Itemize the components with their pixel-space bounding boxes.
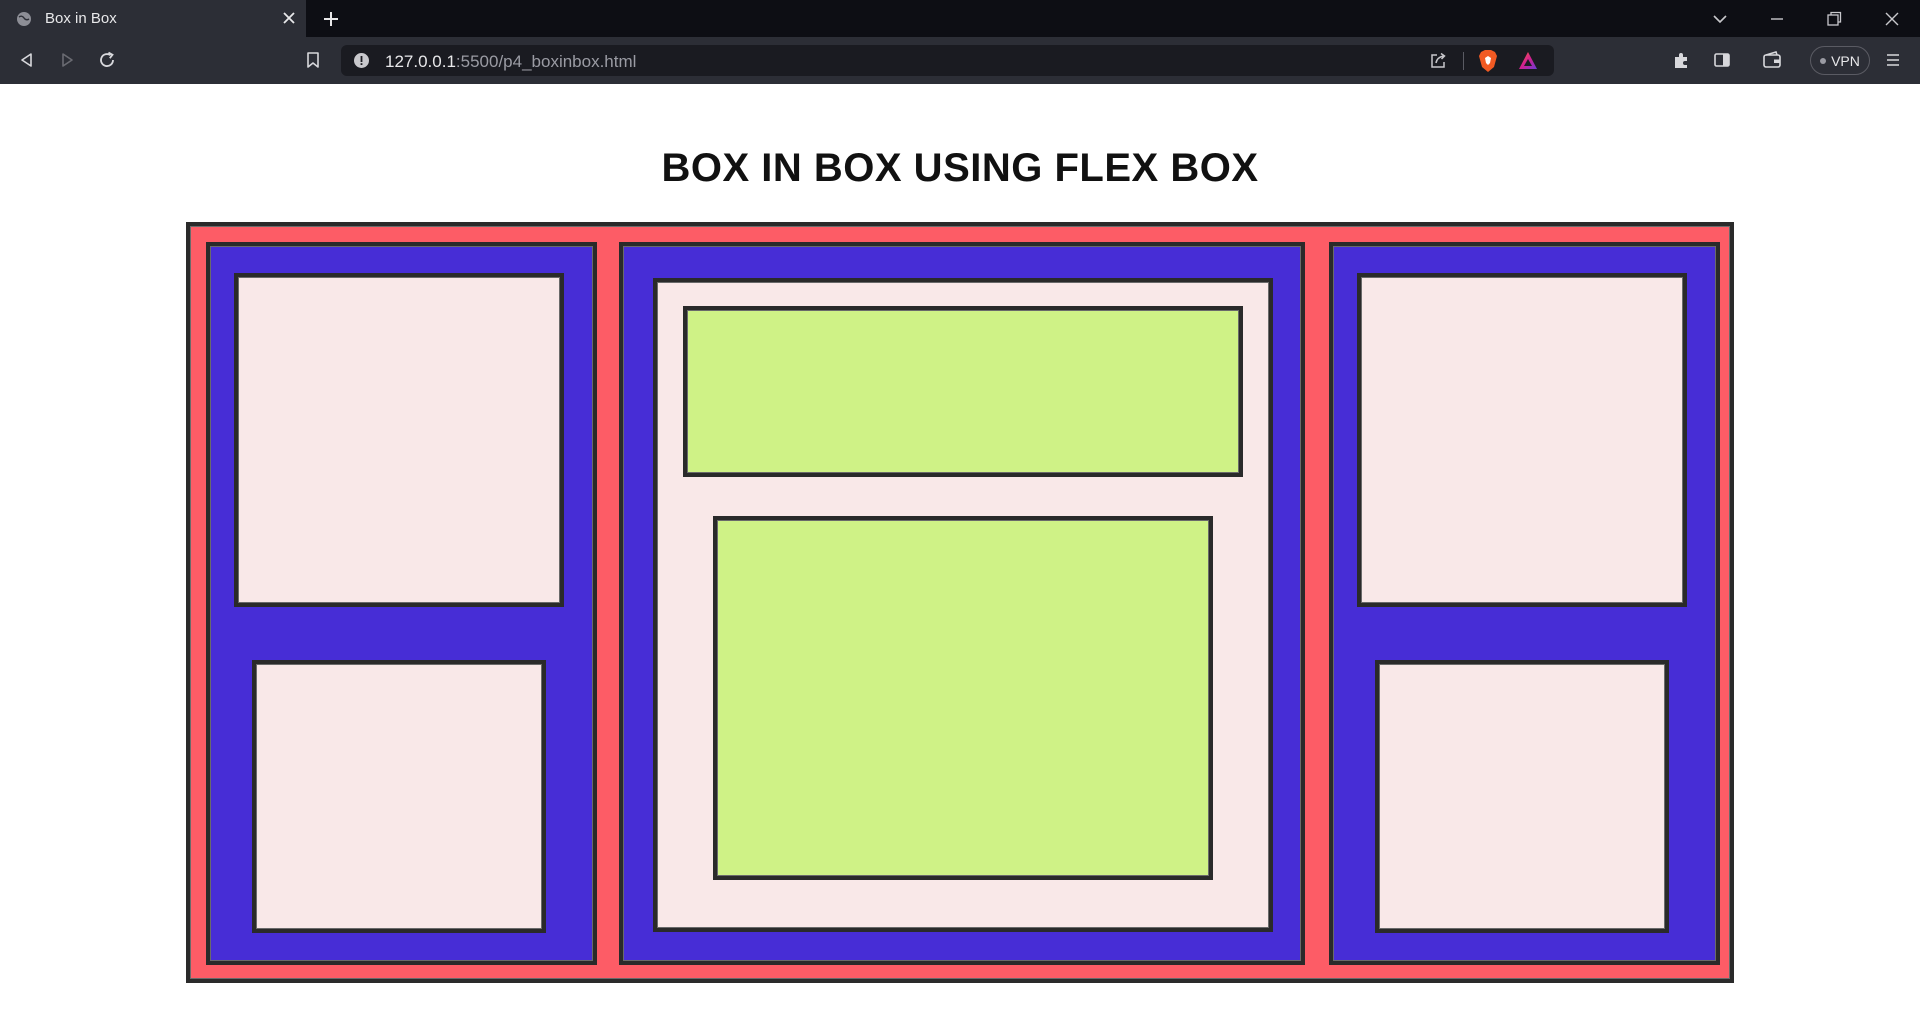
left-column-box (206, 242, 597, 965)
right-bottom-box (1375, 660, 1669, 933)
share-icon[interactable] (1428, 51, 1448, 71)
wallet-icon[interactable] (1761, 49, 1783, 71)
minimize-icon[interactable] (1767, 9, 1787, 29)
left-top-box (234, 273, 564, 607)
restore-icon[interactable] (1824, 9, 1844, 29)
address-bar-divider (1463, 52, 1464, 70)
brave-rewards-icon[interactable] (1517, 50, 1539, 72)
right-column-box (1329, 242, 1720, 965)
url-path: :5500/p4_boxinbox.html (455, 52, 637, 71)
vpn-label: VPN (1831, 52, 1860, 69)
page-content: BOX IN BOX USING FLEX BOX (0, 84, 1920, 1020)
url-host: 127.0.0.1 (385, 52, 456, 71)
back-icon[interactable] (16, 49, 38, 71)
forward-icon[interactable] (56, 49, 78, 71)
tab-list-chevron-icon[interactable] (1710, 9, 1730, 29)
middle-top-green-box (683, 306, 1243, 477)
menu-icon[interactable] (1882, 49, 1904, 71)
brave-shields-icon[interactable] (1477, 49, 1499, 73)
tab-strip: Box in Box (0, 0, 1920, 37)
bookmark-icon[interactable] (302, 49, 324, 71)
browser-tab[interactable]: Box in Box (0, 0, 306, 37)
close-tab-icon[interactable] (280, 9, 298, 27)
left-bottom-box (252, 660, 546, 933)
address-bar[interactable]: 127.0.0.1:5500/p4_boxinbox.html (341, 45, 1554, 76)
right-top-box (1357, 273, 1687, 607)
globe-icon (17, 12, 31, 26)
reload-icon[interactable] (96, 49, 118, 71)
sidebar-icon[interactable] (1711, 49, 1733, 71)
site-info-icon[interactable] (353, 52, 370, 69)
url-text[interactable]: 127.0.0.1:5500/p4_boxinbox.html (385, 52, 636, 72)
middle-column-box (619, 242, 1305, 965)
page-heading: BOX IN BOX USING FLEX BOX (661, 146, 1259, 190)
vpn-status-dot (1820, 57, 1827, 64)
close-window-icon[interactable] (1882, 9, 1902, 29)
outer-box (186, 222, 1734, 983)
browser-toolbar: 127.0.0.1:5500/p4_boxinbox.html VPN (0, 37, 1920, 84)
middle-inner-box (653, 278, 1273, 932)
vpn-button[interactable]: VPN (1810, 46, 1870, 75)
extensions-icon[interactable] (1670, 49, 1692, 71)
middle-bottom-green-box (713, 516, 1213, 880)
tab-title: Box in Box (45, 10, 117, 27)
new-tab-icon[interactable] (321, 9, 341, 29)
